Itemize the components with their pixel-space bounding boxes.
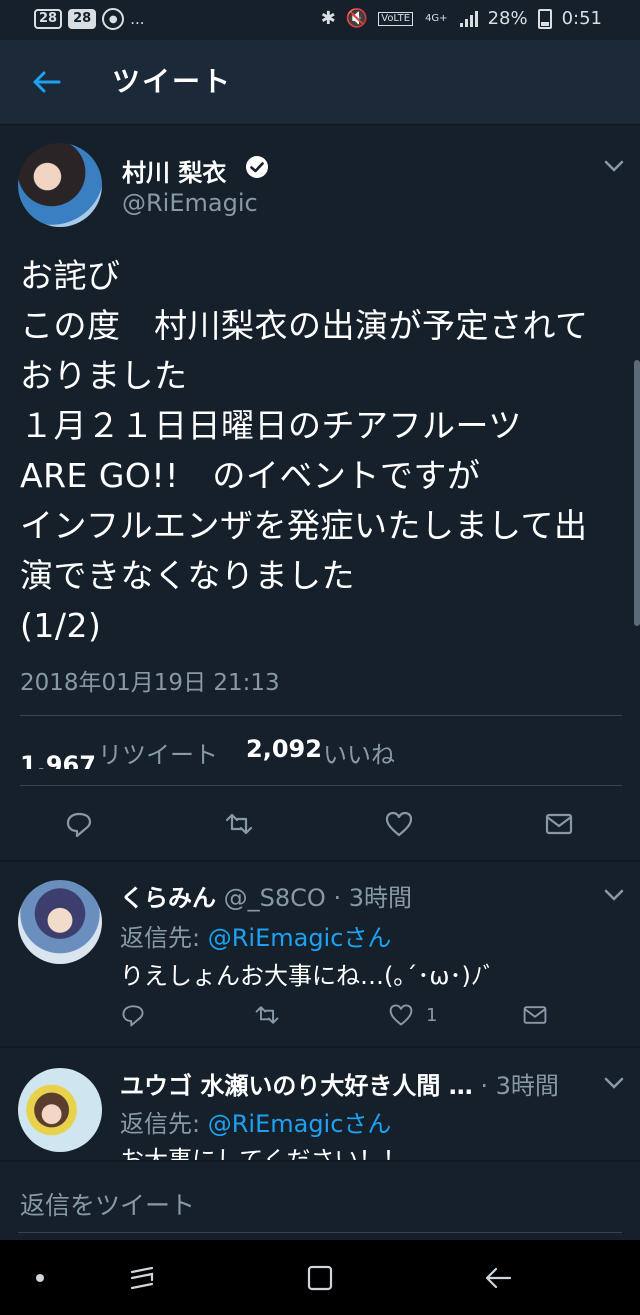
status-indicators: ✱ 🔇 VoLTE 4G+ 28% 0:51 — [321, 8, 602, 29]
retweet-icon — [255, 1006, 279, 1024]
mute-icon: 🔇 — [345, 8, 369, 29]
system-nav-bar — [0, 1240, 640, 1315]
author-handle[interactable]: @RiEmagic — [122, 189, 258, 217]
verified-badge-icon — [246, 156, 268, 178]
heart-icon — [389, 1004, 413, 1026]
recent-apps-icon — [130, 1266, 154, 1290]
back-arrow-icon — [485, 1267, 512, 1289]
home-icon — [307, 1265, 333, 1291]
retweet-button[interactable] — [222, 807, 256, 841]
signal-icon — [459, 10, 478, 27]
tweet-text: お詫び この度 村川梨衣の出演が予定されておりました １月２１日日曜日のチアフル… — [20, 256, 589, 645]
tweet-timestamp: 2018年01月19日 21:13 — [20, 670, 280, 696]
reply-header: くらみん @_S8CO · 3時間 — [120, 878, 412, 913]
envelope-icon — [545, 813, 573, 835]
like-count[interactable]: 2,092 — [246, 735, 322, 763]
divider — [20, 785, 622, 786]
direct-message-button[interactable] — [542, 807, 576, 841]
reply-header: ユウゴ 水瀬いのり大好き人間 … · 3時間 — [120, 1066, 559, 1101]
reply-author-handle[interactable]: @_S8CO — [224, 884, 326, 912]
battery-percent: 28% — [487, 8, 528, 29]
reply-time: · 3時間 — [480, 1072, 559, 1100]
battery-icon — [537, 8, 552, 29]
chevron-down-icon[interactable] — [604, 888, 624, 902]
retweet-label[interactable]: リツイート — [98, 735, 218, 769]
dot-icon — [36, 1274, 44, 1282]
reply-author-name[interactable]: ユウゴ 水瀬いのり大好き人間 … — [120, 1072, 473, 1100]
composer-underline — [18, 1232, 622, 1233]
reply-text: りえしょんお大事にね…(｡´･ω･)ﾉﾞ — [120, 962, 495, 990]
home-button[interactable] — [300, 1258, 340, 1298]
author-name[interactable]: 村川 梨衣 — [122, 153, 226, 188]
direct-message-button[interactable] — [520, 1000, 550, 1030]
avatar[interactable] — [18, 143, 102, 227]
avatar[interactable] — [18, 1068, 102, 1152]
retweet-icon — [225, 813, 253, 835]
chevron-down-icon[interactable] — [604, 1076, 624, 1090]
reply-icon — [66, 812, 92, 838]
like-button[interactable] — [386, 1000, 416, 1030]
clock: 0:51 — [561, 8, 602, 29]
like-button[interactable] — [382, 807, 416, 841]
reply-tweet[interactable]: くらみん @_S8CO · 3時間 返信先: @RiEmagicさん りえしょん… — [0, 862, 640, 1046]
retweet-count[interactable]: 1,967 — [20, 751, 96, 769]
avatar[interactable] — [18, 880, 102, 964]
envelope-icon — [523, 1006, 547, 1024]
notification-badge: 28 — [68, 9, 97, 29]
scrollbar[interactable] — [634, 360, 640, 626]
reply-to-prefix: 返信先: — [120, 924, 208, 952]
tweet-actions — [0, 795, 640, 855]
bluetooth-icon: ✱ — [320, 8, 336, 29]
reply-composer[interactable]: 返信をツイート — [0, 1160, 640, 1242]
reply-like-count: 1 — [426, 1005, 438, 1026]
reply-to-line: 返信先: @RiEmagicさん — [120, 1104, 391, 1139]
lock-icon: ● — [102, 8, 125, 30]
back-button[interactable] — [26, 62, 66, 102]
reply-button[interactable] — [118, 1000, 148, 1030]
reply-time: · 3時間 — [333, 884, 412, 912]
arrow-left-icon — [33, 71, 61, 93]
heart-icon — [385, 811, 413, 837]
reply-tweet[interactable]: ユウゴ 水瀬いのり大好き人間 … · 3時間 返信先: @RiEmagicさん … — [0, 1048, 640, 1160]
reply-input[interactable]: 返信をツイート — [20, 1186, 195, 1222]
status-bar: 28 28 ● ... ✱ 🔇 VoLTE 4G+ 28% 0:51 — [0, 0, 640, 40]
reply-to-line: 返信先: @RiEmagicさん — [120, 918, 391, 953]
page-title: ツイート — [112, 65, 233, 98]
recent-apps-button[interactable] — [122, 1258, 162, 1298]
status-notifications: 28 28 ● ... — [34, 8, 145, 30]
reply-button[interactable] — [62, 807, 96, 841]
nav-dot-button[interactable] — [20, 1258, 60, 1298]
reply-icon — [122, 1005, 144, 1027]
notification-badge: 28 — [34, 9, 63, 29]
like-label[interactable]: いいね — [323, 735, 395, 769]
reply-author-name[interactable]: くらみん — [120, 884, 216, 912]
back-nav-button[interactable] — [478, 1258, 518, 1298]
reply-to-link[interactable]: @RiEmagicさん — [208, 924, 392, 952]
reply-text: お大事にしてください！！ — [120, 1146, 407, 1160]
network-label: 4G+ — [425, 12, 448, 24]
tweet-stats: 1,967 リツイート 2,092 いいね — [20, 735, 620, 769]
retweet-button[interactable] — [252, 1000, 282, 1030]
app-bar: ツイート — [0, 40, 640, 125]
volte-label: VoLTE — [378, 11, 414, 26]
reply-to-prefix: 返信先: — [120, 1110, 208, 1138]
divider — [20, 715, 622, 716]
more-notifications: ... — [130, 10, 145, 28]
chevron-down-icon[interactable] — [604, 159, 624, 173]
reply-to-link[interactable]: @RiEmagicさん — [208, 1110, 392, 1138]
